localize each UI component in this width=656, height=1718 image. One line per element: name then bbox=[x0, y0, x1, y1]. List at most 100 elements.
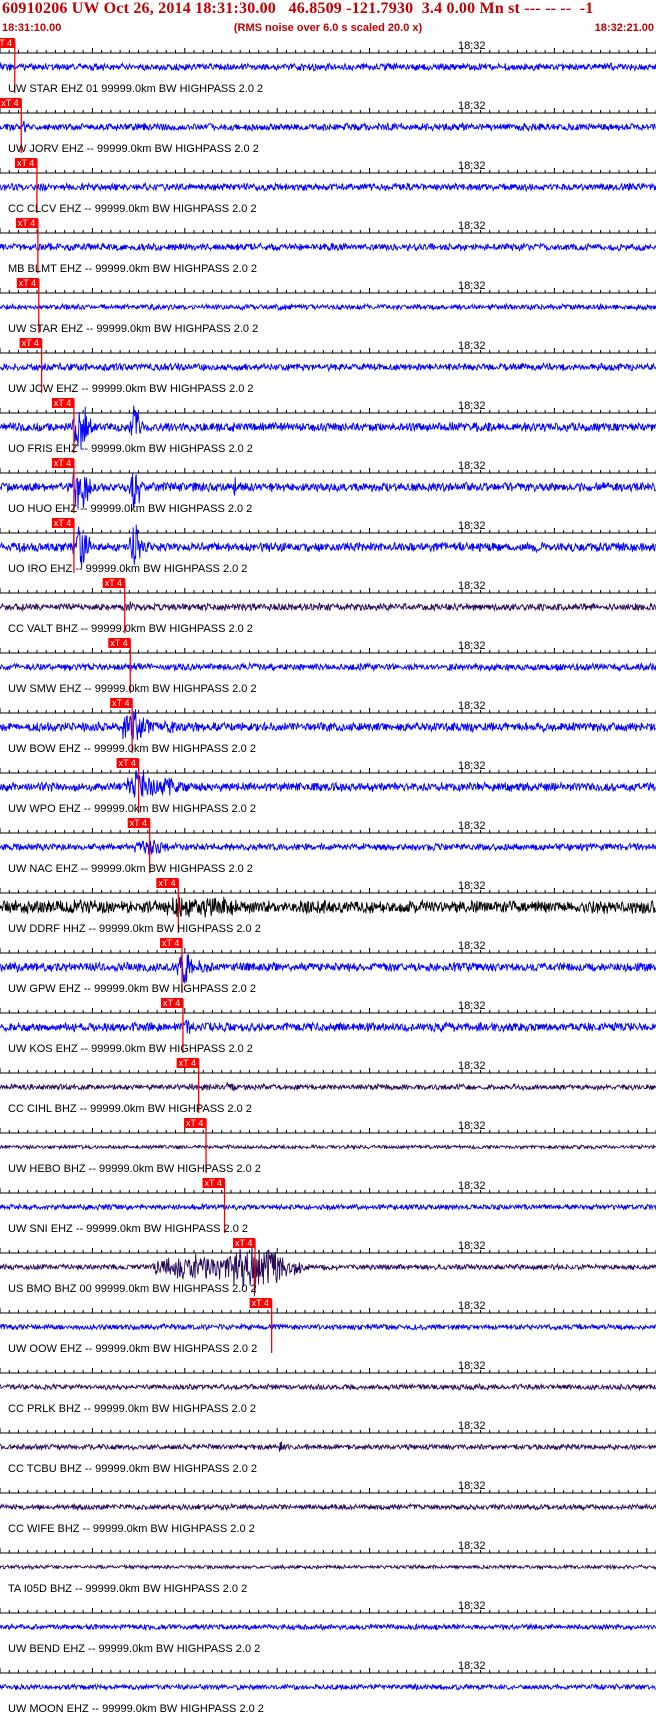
minute-tick-label: 18:32 bbox=[458, 1600, 486, 1612]
station-label: UO IRO EHZ -- 99999.0km BW HIGHPASS 2.0 … bbox=[8, 563, 247, 575]
minute-tick-label: 18:32 bbox=[458, 100, 486, 112]
waveform bbox=[0, 1081, 656, 1092]
station-label: UW MOON EHZ -- 99999.0km BW HIGHPASS 2.0… bbox=[8, 1703, 264, 1715]
waveform bbox=[0, 1019, 656, 1034]
trace-row: 18:32 xT 4 UW BOW EHZ -- 99999.0km BW HIGH… bbox=[0, 698, 656, 755]
minute-tick-label: 18:32 bbox=[458, 1120, 486, 1132]
trace-row: 18:32 xT 4 UW GPW EHZ -- 99999.0km BW HIGH… bbox=[0, 938, 656, 995]
pick-label: xT 4 bbox=[110, 638, 127, 648]
trace-row: 18:32 xT 4 UW JCW EHZ -- 99999.0km BW HIGH… bbox=[0, 338, 656, 395]
station-label: UW STAR EHZ 01 99999.0km BW HIGHPASS 2.0… bbox=[8, 83, 263, 95]
station-label: UW JCW EHZ -- 99999.0km BW HIGHPASS 2.0 … bbox=[8, 383, 254, 395]
minute-tick-label: 18:32 bbox=[458, 1000, 486, 1012]
minute-tick-label: 18:32 bbox=[458, 160, 486, 172]
trace-row: 18:32 UW BEND EHZ -- 99999.0km BW HIGHPAS… bbox=[0, 1600, 656, 1655]
waveform bbox=[0, 708, 656, 741]
minute-tick-label: 18:32 bbox=[458, 820, 486, 832]
station-label: UW WPO EHZ -- 99999.0km BW HIGHPASS 2.0 … bbox=[8, 803, 256, 815]
trace-row: 18:32 xT 4 UW OOW EHZ -- 99999.0km BW HIGH… bbox=[0, 1298, 656, 1355]
waveform bbox=[0, 1322, 656, 1332]
waveform bbox=[0, 1502, 656, 1512]
station-label: UW SMW EHZ -- 99999.0km BW HIGHPASS 2.0 … bbox=[8, 683, 257, 695]
minute-tick-label: 18:32 bbox=[458, 760, 486, 772]
trace-row: 18:32 xT 4 CC VALT BHZ -- 99999.0km BW HIG… bbox=[0, 578, 656, 635]
waveform bbox=[0, 524, 656, 569]
minute-tick-label: 18:32 bbox=[458, 580, 486, 592]
minute-tick-label: 18:32 bbox=[458, 1360, 486, 1372]
minute-tick-label: 18:32 bbox=[458, 280, 486, 292]
station-label: UW HEBO BHZ -- 99999.0km BW HIGHPASS 2.0… bbox=[8, 1163, 261, 1175]
trace-row: 18:32 xT 4 MB BLMT EHZ -- 99999.0km BW HIG… bbox=[0, 218, 656, 275]
minute-tick-label: 18:32 bbox=[458, 460, 486, 472]
station-label: UW SNI EHZ -- 99999.0km BW HIGHPASS 2.0 … bbox=[8, 1223, 248, 1235]
station-label: CC WIFE BHZ -- 99999.0km BW HIGHPASS 2.0… bbox=[8, 1523, 255, 1535]
pick-label: xT 4 bbox=[186, 1118, 203, 1128]
trace-row: 18:32 xT 4 US BMO BHZ 00 99999.0km BW HIGH… bbox=[0, 1238, 656, 1297]
trace-row: 18:32 xT 4 UW HEBO BHZ -- 99999.0km BW HIG… bbox=[0, 1118, 656, 1175]
header: 60910206 UW Oct 26, 2014 18:31:30.00 46.… bbox=[0, 0, 656, 37]
pick-label: xT 4 bbox=[19, 278, 36, 288]
waveform bbox=[0, 1441, 656, 1452]
waveform bbox=[0, 1143, 656, 1151]
trace-row: 18:32 UW MOON EHZ -- 99999.0km BW HIGHPAS… bbox=[0, 1660, 656, 1715]
station-label: UW GPW EHZ -- 99999.0km BW HIGHPASS 2.0 … bbox=[8, 983, 256, 995]
trace-row: 18:32 xT 4 UW KOS EHZ -- 99999.0km BW HIGH… bbox=[0, 998, 656, 1055]
pick-label: xT 4 bbox=[130, 818, 147, 828]
waveform bbox=[0, 954, 656, 984]
trace-row: 18:32 xT 4 UW JORV EHZ -- 99999.0km BW HIG… bbox=[0, 98, 656, 155]
trace-row: 18:32 xT 4 UO HUO EHZ -- 99999.0km BW HIGH… bbox=[0, 458, 656, 515]
station-label: UW JORV EHZ -- 99999.0km BW HIGHPASS 2.0… bbox=[8, 143, 259, 155]
trace-row: 18:32 xT 4 CC CIHL BHZ -- 99999.0km BW HIG… bbox=[0, 1058, 656, 1115]
pick-label: xT 4 bbox=[235, 1238, 252, 1248]
waveform bbox=[0, 120, 656, 133]
station-label: UO FRIS EHZ -- 99999.0km BW HIGHPASS 2.0… bbox=[8, 443, 253, 455]
minute-tick-label: 18:32 bbox=[458, 940, 486, 952]
pick-label: xT 4 bbox=[162, 938, 179, 948]
waveform bbox=[0, 601, 656, 613]
pick-label: xT 4 bbox=[54, 398, 71, 408]
trace-row: 18:32 xT 4 UW WPO EHZ -- 99999.0km BW HIGH… bbox=[0, 758, 656, 815]
minute-tick-label: 18:32 bbox=[458, 700, 486, 712]
trace-row: 18:32 xT 4 UW STAR EHZ 01 99999.0km BW HIG… bbox=[0, 38, 656, 95]
minute-tick-label: 18:32 bbox=[458, 1420, 486, 1432]
trace-row: 18:32 xT 4 UW SNI EHZ -- 99999.0km BW HIGH… bbox=[0, 1178, 656, 1235]
pick-label: xT 4 bbox=[1, 98, 18, 108]
pick-label: xT 4 bbox=[18, 218, 35, 228]
waveform bbox=[0, 1563, 656, 1571]
pick-label: xT 4 bbox=[163, 998, 180, 1008]
station-label: UW BOW EHZ -- 99999.0km BW HIGHPASS 2.0 … bbox=[8, 743, 256, 755]
waveform bbox=[0, 1382, 656, 1392]
station-label: UW OOW EHZ -- 99999.0km BW HIGHPASS 2.0 … bbox=[8, 1343, 257, 1355]
pick-label: xT 4 bbox=[22, 338, 39, 348]
station-label: CC CLCV EHZ -- 99999.0km BW HIGHPASS 2.0… bbox=[8, 203, 257, 215]
waveform bbox=[0, 1622, 656, 1632]
station-label: CC CIHL BHZ -- 99999.0km BW HIGHPASS 2.0… bbox=[8, 1103, 252, 1115]
station-label: TA I05D BHZ -- 99999.0km BW HIGHPASS 2.0… bbox=[8, 1583, 247, 1595]
station-label: CC TCBU BHZ -- 99999.0km BW HIGHPASS 2.0… bbox=[8, 1463, 257, 1475]
pick-label: xT 4 bbox=[252, 1298, 269, 1308]
station-label: CC VALT BHZ -- 99999.0km BW HIGHPASS 2.0… bbox=[8, 623, 253, 635]
pick-label: xT 4 bbox=[205, 1178, 222, 1188]
waveform bbox=[0, 1682, 656, 1691]
station-label: UO HUO EHZ -- 99999.0km BW HIGHPASS 2.0 … bbox=[8, 503, 252, 515]
minute-tick-label: 18:32 bbox=[458, 40, 486, 52]
waveform bbox=[0, 242, 656, 253]
waveform bbox=[0, 839, 656, 855]
chart-subtitle: (RMS noise over 6.0 s scaled 20.0 x) bbox=[233, 22, 423, 34]
trace-row: 18:32 xT 4 UW NAC EHZ -- 99999.0km BW HIGH… bbox=[0, 818, 656, 875]
minute-tick-label: 18:32 bbox=[458, 1060, 486, 1072]
pick-label: xT 4 bbox=[54, 518, 71, 528]
minute-tick-label: 18:32 bbox=[458, 640, 486, 652]
trace-row: 18:32 CC PRLK BHZ -- 99999.0km BW HIGHPAS… bbox=[0, 1360, 656, 1415]
minute-tick-label: 18:32 bbox=[458, 520, 486, 532]
trace-row: 18:32 xT 4 UO IRO EHZ -- 99999.0km BW HIGH… bbox=[0, 518, 656, 575]
station-label: US BMO BHZ 00 99999.0km BW HIGHPASS 2.0 … bbox=[8, 1283, 257, 1295]
pick-label: xT 4 bbox=[119, 758, 136, 768]
minute-tick-label: 18:32 bbox=[458, 1180, 486, 1192]
minute-tick-label: 18:32 bbox=[458, 1660, 486, 1672]
pick-label: xT 4 bbox=[179, 1058, 196, 1068]
minute-tick-label: 18:32 bbox=[458, 400, 486, 412]
waveform bbox=[0, 302, 656, 312]
trace-row: 18:32 CC TCBU BHZ -- 99999.0km BW HIGHPAS… bbox=[0, 1420, 656, 1475]
trace-row: 18:32 TA I05D BHZ -- 99999.0km BW HIGHPAS… bbox=[0, 1540, 656, 1595]
